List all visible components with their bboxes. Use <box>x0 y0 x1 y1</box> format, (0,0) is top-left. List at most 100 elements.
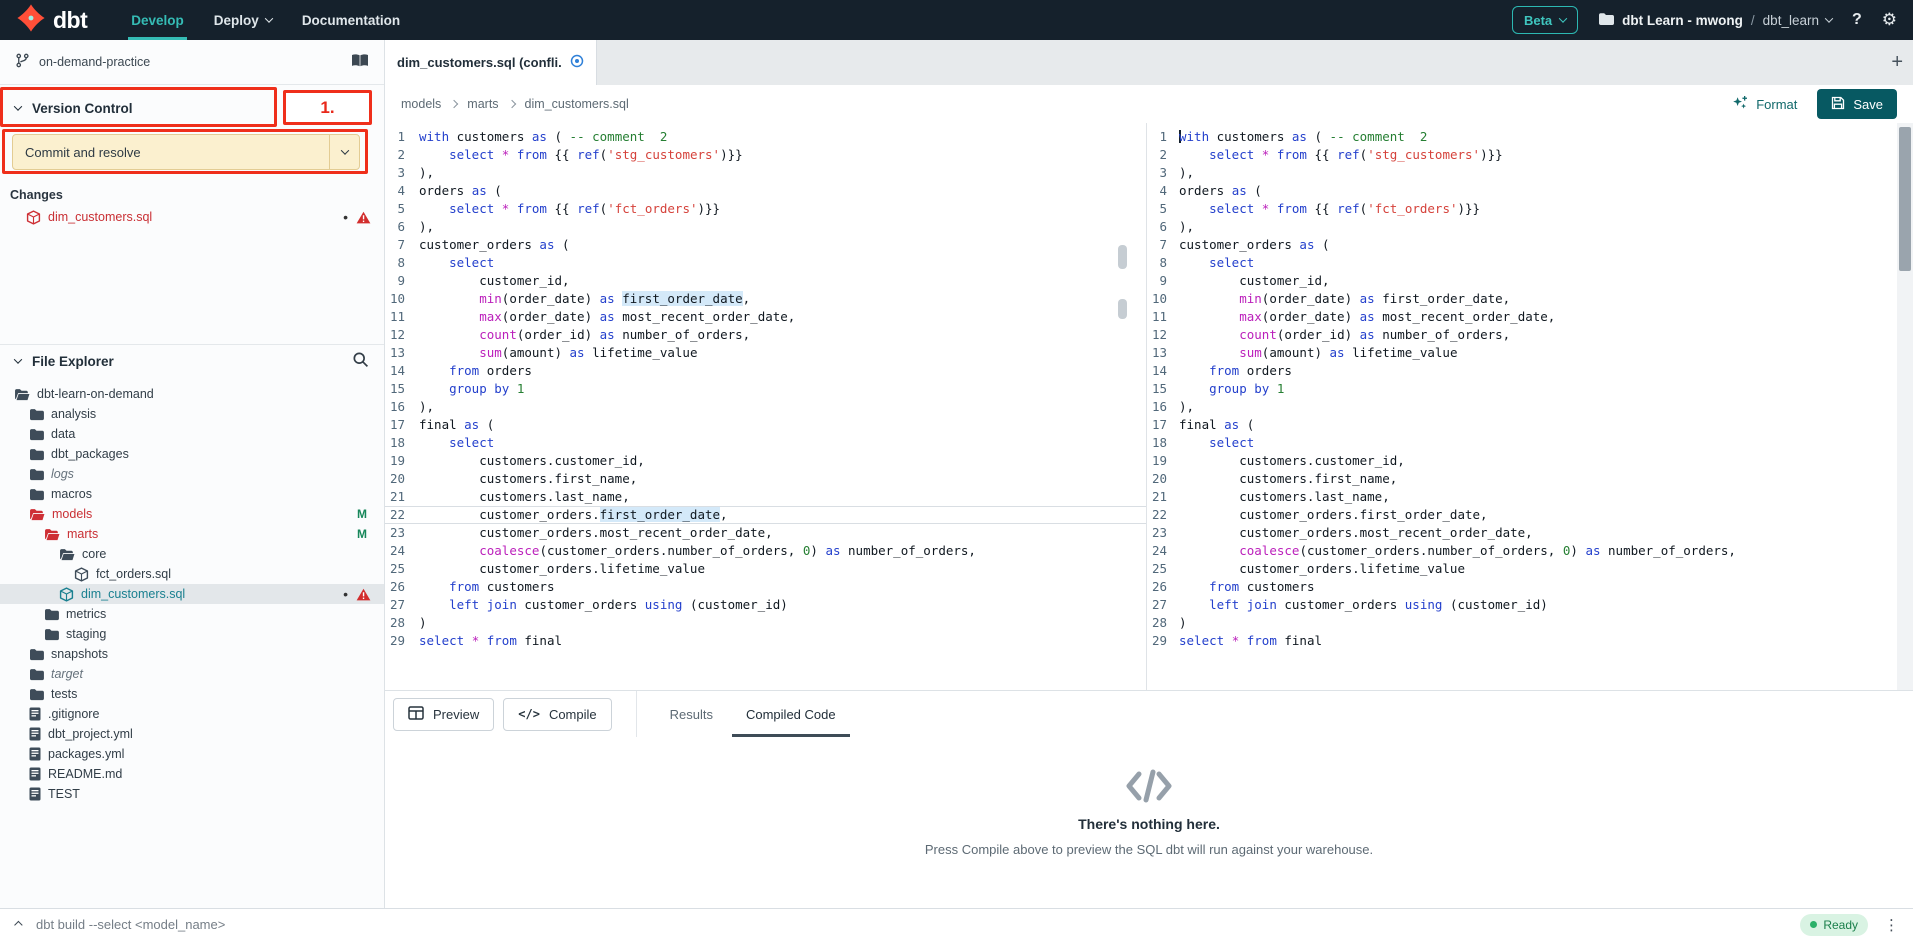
tree-item-logs[interactable]: logs <box>0 464 384 484</box>
tab-compiled-code[interactable]: Compiled Code <box>746 691 836 737</box>
code-line-6[interactable]: 6), <box>385 218 1146 236</box>
code-line-26[interactable]: 26 from customers <box>1147 578 1897 596</box>
tree-item-models[interactable]: modelsM <box>0 504 384 524</box>
code-line-20[interactable]: 20 customers.first_name, <box>1147 470 1897 488</box>
code-line-29[interactable]: 29select * from final <box>1147 632 1897 650</box>
tree-item-TEST[interactable]: TEST <box>0 784 384 804</box>
breadcrumb-models[interactable]: models <box>401 97 441 111</box>
code-line-9[interactable]: 9 customer_id, <box>1147 272 1897 290</box>
code-line-8[interactable]: 8 select <box>1147 254 1897 272</box>
code-line-25[interactable]: 25 customer_orders.lifetime_value <box>385 560 1146 578</box>
code-line-6[interactable]: 6), <box>1147 218 1897 236</box>
tree-item-marts[interactable]: martsM <box>0 524 384 544</box>
code-line-12[interactable]: 12 count(order_id) as number_of_orders, <box>385 326 1146 344</box>
commit-options-caret[interactable] <box>329 135 359 169</box>
code-line-28[interactable]: 28) <box>1147 614 1897 632</box>
tree-item-snapshots[interactable]: snapshots <box>0 644 384 664</box>
code-line-14[interactable]: 14 from orders <box>385 362 1146 380</box>
tree-item-.gitignore[interactable]: .gitignore <box>0 704 384 724</box>
code-line-3[interactable]: 3), <box>385 164 1146 182</box>
tab-dim-customers[interactable]: dim_customers.sql (confli... <box>385 40 597 85</box>
code-line-2[interactable]: 2 select * from {{ ref('stg_customers')}… <box>385 146 1146 164</box>
code-line-22[interactable]: 22 customer_orders.first_order_date, <box>385 506 1146 524</box>
code-pane-left[interactable]: 1with customers as ( -- comment 22 selec… <box>385 123 1147 690</box>
compile-button[interactable]: </> Compile <box>503 698 611 731</box>
code-line-7[interactable]: 7customer_orders as ( <box>385 236 1146 254</box>
scrollbar-marker[interactable] <box>1118 299 1127 319</box>
project-switcher[interactable]: dbt_learn <box>1763 13 1832 28</box>
save-button[interactable]: Save <box>1817 89 1897 119</box>
code-line-10[interactable]: 10 min(order_date) as first_order_date, <box>385 290 1146 308</box>
commit-button-label[interactable]: Commit and resolve <box>13 135 329 169</box>
code-line-11[interactable]: 11 max(order_date) as most_recent_order_… <box>1147 308 1897 326</box>
code-line-3[interactable]: 3), <box>1147 164 1897 182</box>
nav-item-deploy[interactable]: Deploy <box>214 0 272 40</box>
tree-item-README.md[interactable]: README.md <box>0 764 384 784</box>
preview-button[interactable]: Preview <box>393 698 494 731</box>
code-line-13[interactable]: 13 sum(amount) as lifetime_value <box>1147 344 1897 362</box>
code-line-21[interactable]: 21 customers.last_name, <box>1147 488 1897 506</box>
code-line-21[interactable]: 21 customers.last_name, <box>385 488 1146 506</box>
new-tab-button[interactable]: + <box>1891 40 1903 85</box>
tree-item-data[interactable]: data <box>0 424 384 444</box>
code-line-23[interactable]: 23 customer_orders.most_recent_order_dat… <box>385 524 1146 542</box>
code-line-12[interactable]: 12 count(order_id) as number_of_orders, <box>1147 326 1897 344</box>
code-line-22[interactable]: 22 customer_orders.first_order_date, <box>1147 506 1897 524</box>
tree-item-macros[interactable]: macros <box>0 484 384 504</box>
code-line-18[interactable]: 18 select <box>385 434 1146 452</box>
code-line-1[interactable]: 1with customers as ( -- comment 2 <box>1147 128 1897 146</box>
code-line-24[interactable]: 24 coalesce(customer_orders.number_of_or… <box>385 542 1146 560</box>
tree-item-dbt-learn-on-demand[interactable]: dbt-learn-on-demand <box>0 384 384 404</box>
tab-results[interactable]: Results <box>670 691 713 737</box>
code-line-17[interactable]: 17final as ( <box>1147 416 1897 434</box>
code-line-5[interactable]: 5 select * from {{ ref('fct_orders')}} <box>1147 200 1897 218</box>
nav-item-documentation[interactable]: Documentation <box>302 0 400 40</box>
code-line-4[interactable]: 4orders as ( <box>385 182 1146 200</box>
code-line-10[interactable]: 10 min(order_date) as first_order_date, <box>1147 290 1897 308</box>
breadcrumb-marts[interactable]: marts <box>467 97 498 111</box>
code-line-26[interactable]: 26 from customers <box>385 578 1146 596</box>
tree-item-metrics[interactable]: metrics <box>0 604 384 624</box>
code-line-4[interactable]: 4orders as ( <box>1147 182 1897 200</box>
code-line-24[interactable]: 24 coalesce(customer_orders.number_of_or… <box>1147 542 1897 560</box>
code-line-8[interactable]: 8 select <box>385 254 1146 272</box>
tree-item-target[interactable]: target <box>0 664 384 684</box>
tree-item-dbt_packages[interactable]: dbt_packages <box>0 444 384 464</box>
code-line-18[interactable]: 18 select <box>1147 434 1897 452</box>
code-line-11[interactable]: 11 max(order_date) as most_recent_order_… <box>385 308 1146 326</box>
code-line-19[interactable]: 19 customers.customer_id, <box>1147 452 1897 470</box>
code-line-28[interactable]: 28) <box>385 614 1146 632</box>
code-line-13[interactable]: 13 sum(amount) as lifetime_value <box>385 344 1146 362</box>
code-line-15[interactable]: 15 group by 1 <box>385 380 1146 398</box>
scrollbar-thumb[interactable] <box>1899 127 1911 271</box>
tree-item-fct_orders.sql[interactable]: fct_orders.sql <box>0 564 384 584</box>
code-line-15[interactable]: 15 group by 1 <box>1147 380 1897 398</box>
commit-and-resolve-button[interactable]: Commit and resolve <box>12 134 360 170</box>
changed-file-dim_customers.sql[interactable]: dim_customers.sql• <box>0 207 384 227</box>
code-line-5[interactable]: 5 select * from {{ ref('fct_orders')}} <box>385 200 1146 218</box>
tree-item-tests[interactable]: tests <box>0 684 384 704</box>
code-line-9[interactable]: 9 customer_id, <box>385 272 1146 290</box>
code-line-23[interactable]: 23 customer_orders.most_recent_order_dat… <box>1147 524 1897 542</box>
account-switcher[interactable]: dbt Learn - mwong / dbt_learn <box>1598 12 1832 29</box>
gear-icon[interactable]: ⚙ <box>1882 10 1897 30</box>
code-line-7[interactable]: 7customer_orders as ( <box>1147 236 1897 254</box>
branch-row[interactable]: on-demand-practice <box>0 40 384 85</box>
dbt-logo[interactable]: dbt <box>16 3 87 38</box>
code-line-1[interactable]: 1with customers as ( -- comment 2 <box>385 128 1146 146</box>
code-line-16[interactable]: 16), <box>385 398 1146 416</box>
tree-item-staging[interactable]: staging <box>0 624 384 644</box>
search-icon[interactable] <box>352 351 369 371</box>
tree-item-dim_customers.sql[interactable]: dim_customers.sql• <box>0 584 384 604</box>
breadcrumb-file[interactable]: dim_customers.sql <box>525 97 629 111</box>
tree-item-dbt_project.yml[interactable]: dbt_project.yml <box>0 724 384 744</box>
editor-scrollbar[interactable] <box>1897 123 1913 690</box>
help-icon[interactable]: ? <box>1852 11 1862 29</box>
format-button[interactable]: Format <box>1732 95 1797 114</box>
tree-item-analysis[interactable]: analysis <box>0 404 384 424</box>
code-line-27[interactable]: 27 left join customer_orders using (cust… <box>1147 596 1897 614</box>
code-line-17[interactable]: 17final as ( <box>385 416 1146 434</box>
code-line-14[interactable]: 14 from orders <box>1147 362 1897 380</box>
beta-toggle[interactable]: Beta <box>1512 6 1578 34</box>
nav-item-develop[interactable]: Develop <box>131 0 184 40</box>
